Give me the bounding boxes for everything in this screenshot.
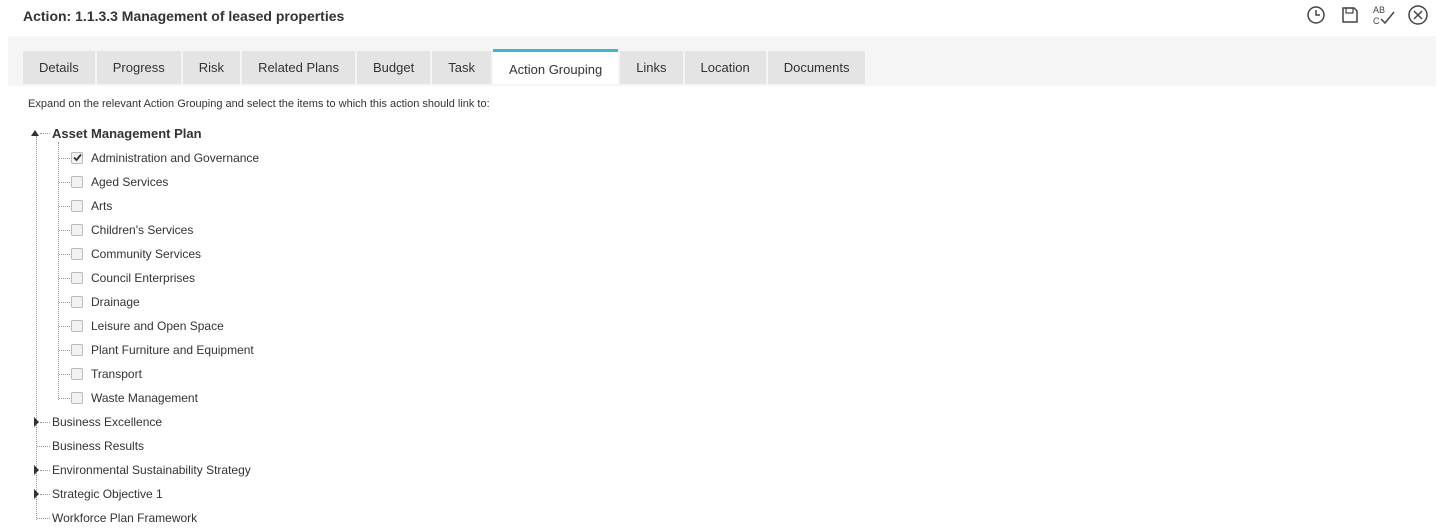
spellcheck-icon[interactable]: AB C	[1371, 4, 1397, 26]
action-grouping-tree: Asset Management Plan Administration and…	[28, 122, 628, 528]
checkbox-transport[interactable]	[71, 368, 83, 380]
tree-connector	[37, 446, 50, 447]
tree-item-waste-management[interactable]: Waste Management	[91, 389, 198, 407]
close-icon[interactable]	[1405, 4, 1431, 26]
tree-node-asset-management-plan[interactable]: Asset Management Plan	[52, 124, 202, 142]
tree-item-plant-furniture-and-equipment[interactable]: Plant Furniture and Equipment	[91, 341, 254, 359]
expand-arrow-icon[interactable]	[34, 417, 39, 427]
tree-connector	[59, 350, 70, 351]
tree-connector	[59, 182, 70, 183]
tree-connector	[59, 230, 70, 231]
tree-item-transport[interactable]: Transport	[91, 365, 142, 383]
tree-connector	[59, 254, 70, 255]
tree-node-environmental-sustainability-strategy[interactable]: Environmental Sustainability Strategy	[52, 461, 251, 479]
tree-item-arts[interactable]: Arts	[91, 197, 112, 215]
checkbox-waste-management[interactable]	[71, 392, 83, 404]
svg-text:AB: AB	[1373, 5, 1385, 15]
tab-action-grouping[interactable]: Action Grouping	[492, 49, 619, 84]
tab-details[interactable]: Details	[23, 51, 95, 84]
tab-bar: Details Progress Risk Related Plans Budg…	[8, 36, 1436, 86]
tree-connector	[59, 398, 70, 399]
page-title: Action: 1.1.3.3 Management of leased pro…	[23, 8, 345, 24]
tab-related-plans[interactable]: Related Plans	[242, 51, 356, 84]
tree-item-leisure-and-open-space[interactable]: Leisure and Open Space	[91, 317, 224, 335]
tab-risk[interactable]: Risk	[182, 51, 241, 84]
toolbar: AB C	[1303, 4, 1431, 26]
checkbox-community-services[interactable]	[71, 248, 83, 260]
tree-connector	[59, 374, 70, 375]
tree-connector	[40, 470, 50, 471]
checkbox-plant-furniture-and-equipment[interactable]	[71, 344, 83, 356]
expand-arrow-icon[interactable]	[34, 465, 39, 475]
checkbox-aged-services[interactable]	[71, 176, 83, 188]
tree-item-administration-and-governance[interactable]: Administration and Governance	[91, 149, 259, 167]
save-icon[interactable]	[1337, 4, 1363, 26]
tree-item-drainage[interactable]: Drainage	[91, 293, 140, 311]
tab-task[interactable]: Task	[432, 51, 491, 84]
tree-connector	[40, 422, 50, 423]
tab-budget[interactable]: Budget	[357, 51, 431, 84]
checkmark-icon	[73, 153, 82, 162]
tree-connector	[40, 133, 50, 134]
tree-connector	[37, 518, 50, 519]
checkbox-administration-and-governance[interactable]	[71, 152, 83, 164]
tree-item-childrens-services[interactable]: Children's Services	[91, 221, 193, 239]
tab-links[interactable]: Links	[620, 51, 683, 84]
tree-node-workforce-plan-framework[interactable]: Workforce Plan Framework	[52, 509, 197, 527]
tab-progress[interactable]: Progress	[96, 51, 181, 84]
tree-item-aged-services[interactable]: Aged Services	[91, 173, 168, 191]
tree-root-line	[36, 136, 37, 520]
instructions-text: Expand on the relevant Action Grouping a…	[28, 98, 490, 110]
checkbox-childrens-services[interactable]	[71, 224, 83, 236]
tree-connector	[40, 494, 50, 495]
tree-connector	[59, 278, 70, 279]
history-icon[interactable]	[1303, 4, 1329, 26]
tree-connector	[59, 206, 70, 207]
tree-node-business-excellence[interactable]: Business Excellence	[52, 413, 162, 431]
tab-documents[interactable]: Documents	[767, 51, 866, 84]
checkbox-arts[interactable]	[71, 200, 83, 212]
tabs: Details Progress Risk Related Plans Budg…	[23, 49, 866, 84]
tree-node-strategic-objective-1[interactable]: Strategic Objective 1	[52, 485, 163, 503]
tree-connector	[59, 302, 70, 303]
tab-location[interactable]: Location	[684, 51, 766, 84]
tree-item-council-enterprises[interactable]: Council Enterprises	[91, 269, 195, 287]
tree-child-line	[58, 142, 59, 400]
checkbox-drainage[interactable]	[71, 296, 83, 308]
checkbox-council-enterprises[interactable]	[71, 272, 83, 284]
collapse-arrow-icon[interactable]	[31, 130, 39, 136]
title-bar: Action: 1.1.3.3 Management of leased pro…	[0, 0, 1437, 36]
tree-connector	[59, 326, 70, 327]
tree-node-business-results[interactable]: Business Results	[52, 437, 144, 455]
svg-text:C: C	[1373, 16, 1380, 26]
checkbox-leisure-and-open-space[interactable]	[71, 320, 83, 332]
tree-item-community-services[interactable]: Community Services	[91, 245, 201, 263]
tree-connector	[59, 158, 70, 159]
expand-arrow-icon[interactable]	[34, 489, 39, 499]
